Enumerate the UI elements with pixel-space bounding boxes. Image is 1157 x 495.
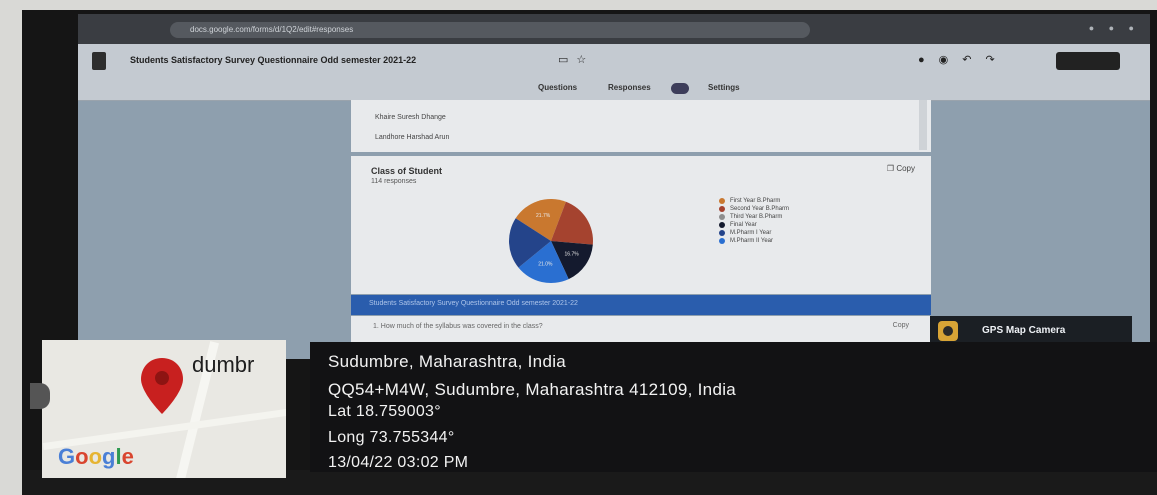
chart-legend: First Year B.Pharm Second Year B.Pharm Thi… [719,198,789,246]
map-place-label: dumbr [192,352,255,377]
undo-icon[interactable]: ↶ [962,54,985,66]
legend-label: First Year B.Pharm [730,198,781,204]
star-icon[interactable]: ☆ [576,54,594,66]
legend-label: M.Pharm II Year [730,238,774,244]
form-title-banner: Students Satisfactory Survey Questionnai… [351,295,931,315]
chart-card: Class of Student 114 responses ❐ Copy 21… [351,156,931,294]
legend-swatch [719,230,725,236]
browser-icons: ● ● ● [1088,23,1140,33]
location-pin-icon [141,358,183,414]
forms-header: Students Satisfactory Survey Questionnai… [78,44,1150,80]
legend-label: Third Year B.Pharm [730,214,783,220]
redo-icon[interactable]: ↷ [985,54,1008,66]
slice-label: 21.0% [538,262,553,268]
address-bar[interactable]: docs.google.com/forms/d/1Q2/edit#respons… [170,22,810,38]
slice-label: 16.7% [565,251,580,257]
pie-chart: 21.7% 16.7% 21.0% [509,199,593,283]
slice-label: 21.7% [536,213,551,219]
latitude: Lat 18.759003° [328,403,441,420]
google-logo: Google [58,444,134,469]
form-tabs: Questions Responses Settings [78,80,1150,101]
gps-app-name: GPS Map Camera [982,325,1066,336]
send-button[interactable] [1056,52,1120,70]
legend-item: M.Pharm II Year [719,238,789,244]
tab-settings[interactable]: Settings [708,83,740,92]
side-handle [30,383,50,409]
legend-label: Final Year [730,222,757,228]
copy-icon: ❐ [886,164,897,173]
legend-swatch [719,222,725,228]
camera-app-icon [938,321,958,341]
preview-icon[interactable]: ◉ [939,54,963,66]
legend-label: M.Pharm I Year [730,230,772,236]
legend-swatch [719,198,725,204]
legend-item: Third Year B.Pharm [719,214,789,220]
tab-questions[interactable]: Questions [538,83,577,92]
banner-text: Students Satisfactory Survey Questionnai… [369,300,578,307]
chart-title: Class of Student [371,166,443,176]
question-text: 1. How much of the syllabus was covered … [373,323,543,330]
longitude: Long 73.755344° [328,429,455,446]
form-title[interactable]: Students Satisfactory Survey Questionnai… [130,55,416,65]
tab-responses[interactable]: Responses [608,83,651,92]
legend-item: First Year B.Pharm [719,198,789,204]
palette-icon[interactable]: ● [918,54,939,66]
place-name: Sudumbre, Maharashtra, India [328,352,567,371]
copy-chart-button[interactable]: ❐ Copy [887,164,915,173]
folder-icon[interactable]: ▭ [558,54,576,66]
response-count: 114 responses [371,178,417,185]
map-thumbnail: dumbr Google [42,340,286,478]
legend-swatch [719,206,725,212]
legend-label: Second Year B.Pharm [730,206,790,212]
gps-info-panel: Sudumbre, Maharashtra, India QQ54+M4W, S… [310,342,1157,472]
copy-button[interactable]: Copy [893,322,909,329]
browser-toolbar: docs.google.com/forms/d/1Q2/edit#respons… [78,14,1150,44]
legend-swatch [719,238,725,244]
timestamp: 13/04/22 03:02 PM [328,454,469,471]
forms-icon[interactable] [92,52,106,70]
legend-item: Final Year [719,222,789,228]
address: QQ54+M4W, Sudumbre, Maharashtra 412109, … [328,380,737,399]
monitor-screen: docs.google.com/forms/d/1Q2/edit#respons… [78,14,1150,359]
list-item: Landhore Harshad Arun [375,134,450,141]
legend-item: M.Pharm I Year [719,230,789,236]
legend-item: Second Year B.Pharm [719,206,789,212]
list-item: Khaire Suresh Dhange [375,114,446,121]
scrollbar[interactable] [919,100,927,150]
response-list-card: Khaire Suresh Dhange Landhore Harshad Ar… [351,100,931,152]
responses-count-badge [671,83,689,94]
legend-swatch [719,214,725,220]
